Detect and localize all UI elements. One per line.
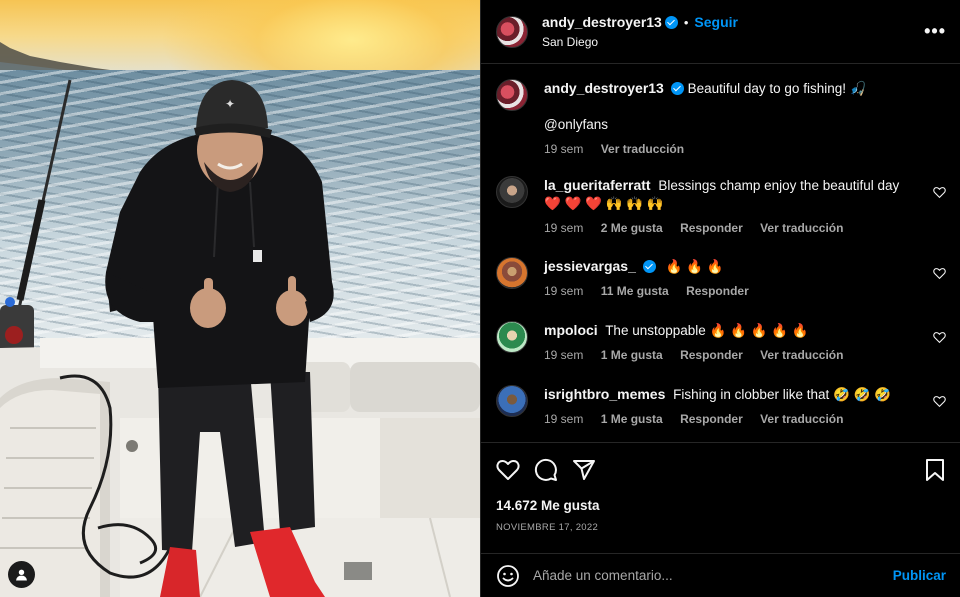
comment-meta: 19 sem 1 Me gusta Responder Ver traducci…: [544, 410, 946, 428]
comment-likes[interactable]: 1 Me gusta: [601, 348, 663, 362]
translate-link[interactable]: Ver traducción: [760, 412, 843, 426]
post-header: andy_destroyer13 • Seguir San Diego •••: [481, 0, 960, 64]
follow-button[interactable]: Seguir: [694, 14, 738, 30]
caption-time[interactable]: 19 sem: [544, 142, 583, 156]
reply-button[interactable]: Responder: [680, 412, 743, 426]
caption-mention[interactable]: @onlyfans: [544, 116, 946, 134]
like-heart-icon[interactable]: [496, 458, 520, 482]
comments-list[interactable]: andy_destroyer13 Beautiful day to go fis…: [481, 65, 960, 443]
comment-meta: 19 sem 11 Me gusta Responder: [544, 282, 946, 300]
like-comment-heart-icon[interactable]: [933, 267, 946, 280]
add-comment-bar: Publicar: [481, 553, 960, 597]
like-comment-heart-icon[interactable]: [933, 186, 946, 199]
separator-dot: •: [683, 15, 689, 30]
author-username[interactable]: andy_destroyer13: [542, 14, 662, 30]
comment-likes[interactable]: 11 Me gusta: [601, 284, 669, 298]
comment-meta: 19 sem 1 Me gusta Responder Ver traducci…: [544, 346, 946, 364]
comment-item: jessievargas_ 🔥 🔥 🔥 19 sem 11 Me gusta R…: [496, 257, 946, 300]
post-location[interactable]: San Diego: [542, 35, 924, 49]
publish-button[interactable]: Publicar: [893, 568, 946, 583]
caption-text: Beautiful day to go fishing! 🎣: [687, 81, 867, 96]
comment-avatar[interactable]: [496, 176, 528, 208]
comment-avatar[interactable]: [496, 385, 528, 417]
caption-translate-link[interactable]: Ver traducción: [601, 142, 684, 156]
author-info: andy_destroyer13 • Seguir San Diego: [542, 14, 924, 49]
post-details-panel: andy_destroyer13 • Seguir San Diego ••• an…: [480, 0, 960, 597]
tagged-users-button[interactable]: [8, 561, 35, 588]
caption-username[interactable]: andy_destroyer13: [544, 80, 664, 96]
comment-item: mpoloci The unstoppable 🔥 🔥 🔥 🔥 🔥 19 sem…: [496, 321, 946, 364]
translate-link[interactable]: Ver traducción: [760, 221, 843, 235]
verified-badge-icon: [670, 82, 684, 95]
share-paper-plane-icon[interactable]: [572, 458, 596, 482]
reply-button[interactable]: Responder: [686, 284, 749, 298]
post-photo: ✦: [0, 0, 480, 597]
comment-time[interactable]: 19 sem: [544, 221, 583, 235]
author-avatar[interactable]: [496, 15, 528, 48]
comment-likes[interactable]: 1 Me gusta: [601, 412, 663, 426]
comment-item: la_gueritaferratt Blessings champ enjoy …: [496, 176, 946, 237]
comment-time[interactable]: 19 sem: [544, 412, 583, 426]
caption-avatar[interactable]: [496, 79, 528, 111]
like-comment-heart-icon[interactable]: [933, 331, 946, 344]
save-bookmark-icon[interactable]: [924, 458, 946, 482]
post-date[interactable]: NOVIEMBRE 17, 2022: [496, 522, 598, 533]
comment-username[interactable]: isrightbro_memes: [544, 386, 665, 402]
comment-username[interactable]: mpoloci: [544, 322, 598, 338]
comment-likes[interactable]: 2 Me gusta: [601, 221, 663, 235]
caption-meta: 19 sem Ver traducción: [544, 140, 946, 158]
more-options-icon[interactable]: •••: [924, 21, 946, 42]
verified-badge-icon: [642, 260, 656, 273]
comment-time[interactable]: 19 sem: [544, 348, 583, 362]
comment-bubble-icon[interactable]: [534, 458, 558, 482]
comment-text: Fishing in clobber like that 🤣 🤣 🤣: [673, 387, 891, 402]
reply-button[interactable]: Responder: [680, 348, 743, 362]
comment-text: The unstoppable 🔥 🔥 🔥 🔥 🔥: [605, 323, 809, 338]
person-in-hoodie: ✦: [105, 80, 334, 597]
user-icon: [16, 569, 27, 581]
comment-avatar[interactable]: [496, 257, 528, 289]
comment-item: isrightbro_memes Fishing in clobber like…: [496, 385, 946, 428]
post-action-bar: [496, 456, 946, 484]
post-caption: andy_destroyer13 Beautiful day to go fis…: [496, 79, 946, 158]
likes-count[interactable]: 14.672 Me gusta: [496, 498, 600, 513]
comment-avatar[interactable]: [496, 321, 528, 353]
like-comment-heart-icon[interactable]: [933, 395, 946, 408]
translate-link[interactable]: Ver traducción: [760, 348, 843, 362]
emoji-smiley-icon[interactable]: [496, 564, 520, 588]
reply-button[interactable]: Responder: [680, 221, 743, 235]
instagram-post-modal: ✦ andy_destroyer13 • Seguir San Diego •••: [0, 0, 960, 597]
verified-badge-icon: [664, 16, 678, 29]
comment-username[interactable]: la_gueritaferratt: [544, 177, 651, 193]
comment-meta: 19 sem 2 Me gusta Responder Ver traducci…: [544, 219, 916, 237]
comment-time[interactable]: 19 sem: [544, 284, 583, 298]
comment-text: 🔥 🔥 🔥: [665, 259, 724, 274]
comment-username[interactable]: jessievargas_: [544, 258, 636, 274]
svg-text:✦: ✦: [225, 97, 235, 111]
comment-input[interactable]: [533, 568, 893, 583]
